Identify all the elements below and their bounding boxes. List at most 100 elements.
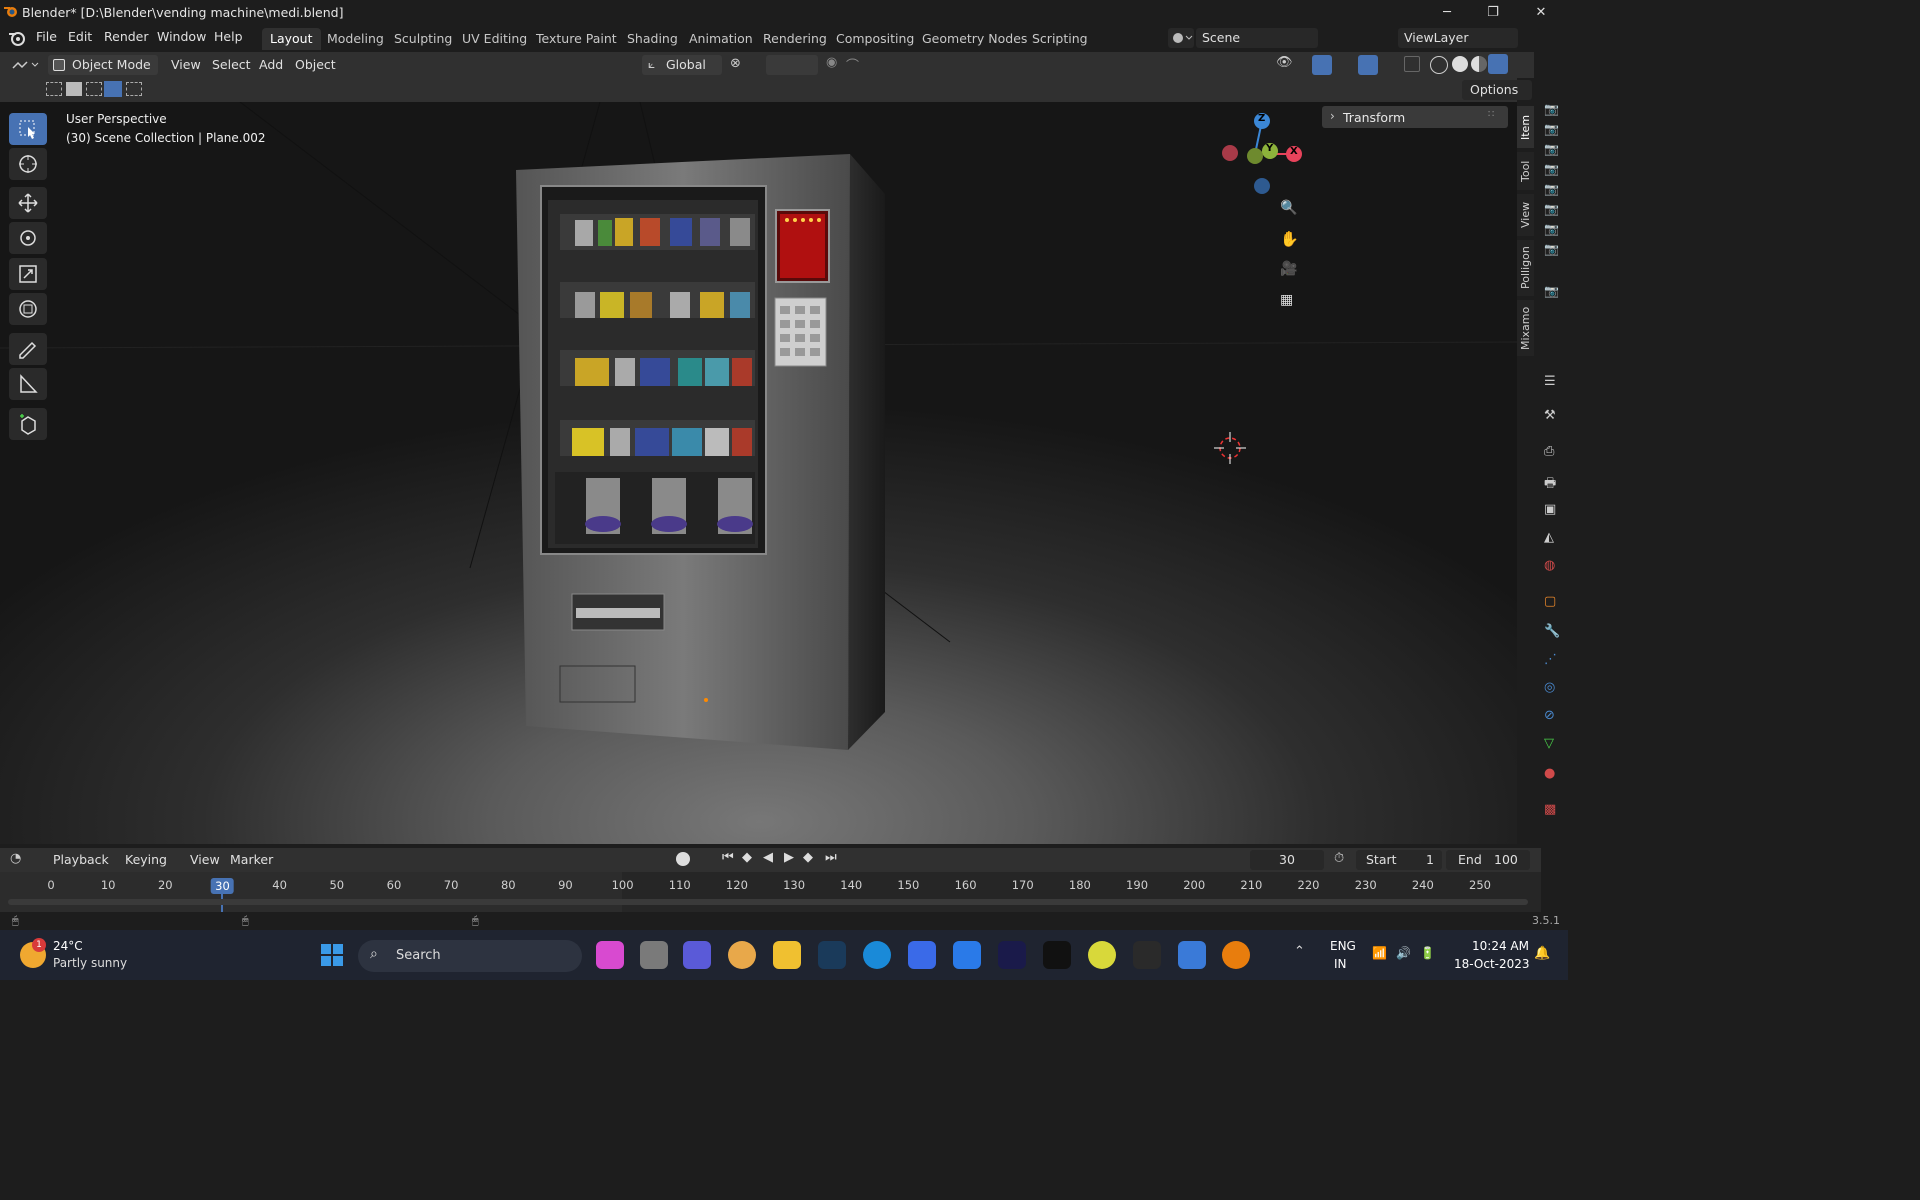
gizmo-toggle-icon[interactable] — [1312, 55, 1332, 75]
teams-chat-icon[interactable] — [683, 941, 711, 969]
tab-sculpting[interactable]: Sculpting — [386, 28, 460, 50]
terminal-icon[interactable] — [1133, 941, 1161, 969]
security-app-icon[interactable] — [818, 941, 846, 969]
camera-icon[interactable]: 📷 — [1544, 122, 1559, 136]
tab-uv-editing[interactable]: UV Editing — [454, 28, 535, 50]
scene-selector-icon[interactable] — [1168, 28, 1194, 48]
menu-playback[interactable]: Playback — [53, 850, 109, 870]
scene-properties-icon[interactable]: ◭ — [1544, 530, 1554, 545]
pan-hand-icon[interactable]: ✋ — [1280, 230, 1300, 250]
chevron-up-icon[interactable]: ⌃ — [1294, 944, 1305, 959]
menu-marker[interactable]: Marker — [230, 850, 273, 870]
copilot-app-icon[interactable] — [596, 941, 624, 969]
proportional-editing-icon[interactable]: ◉ — [826, 55, 842, 75]
object-properties-icon[interactable]: ▢ — [1544, 594, 1556, 609]
close-button[interactable]: ✕ — [1518, 0, 1564, 24]
ortho-grid-icon[interactable]: ▦ — [1280, 292, 1300, 312]
battery-icon[interactable]: 🔋 — [1420, 946, 1435, 960]
language-label[interactable]: ENG — [1330, 939, 1356, 953]
play-reverse-icon[interactable]: ◀ — [763, 850, 773, 865]
drag-handle-icon[interactable]: ∷ — [1488, 109, 1494, 120]
wifi-icon[interactable]: 📶 — [1372, 946, 1387, 960]
current-frame-field[interactable]: 30 — [1250, 850, 1324, 870]
edge-browser-icon[interactable] — [863, 941, 891, 969]
camera-icon[interactable]: 📷 — [1544, 222, 1559, 236]
tab-tool[interactable]: Tool — [1517, 152, 1534, 190]
camera-icon[interactable]: 📷 — [1544, 202, 1559, 216]
tab-polligon[interactable]: Polligon — [1517, 240, 1534, 296]
tool-settings-icon[interactable]: ⚒ — [1544, 408, 1556, 423]
task-view-icon[interactable] — [640, 941, 668, 969]
menu-select[interactable]: Select — [212, 55, 251, 75]
taskbar-search[interactable]: ⌕ Search — [358, 940, 582, 972]
tab-modeling[interactable]: Modeling — [319, 28, 392, 50]
tab-animation[interactable]: Animation — [681, 28, 761, 50]
end-frame-field[interactable]: End 100 — [1446, 850, 1530, 870]
blender-menu-icon[interactable] — [8, 29, 26, 47]
pivot-point-icon[interactable]: ⊗ — [730, 56, 760, 74]
tab-item[interactable]: Item — [1517, 106, 1534, 148]
menu-help[interactable]: Help — [214, 29, 243, 44]
tab-scripting[interactable]: Scripting — [1024, 28, 1096, 50]
cursor-tool[interactable] — [9, 148, 47, 180]
chrome-browser-icon[interactable] — [1088, 941, 1116, 969]
menu-window[interactable]: Window — [157, 29, 206, 44]
menu-object[interactable]: Object — [295, 55, 336, 75]
camera-icon[interactable]: 📷 — [1544, 162, 1559, 176]
tab-mixamo[interactable]: Mixamo — [1517, 300, 1534, 356]
menu-file[interactable]: File — [36, 29, 57, 44]
minimize-button[interactable]: ─ — [1424, 0, 1470, 24]
scene-name-field[interactable]: Scene — [1196, 28, 1318, 48]
camera-icon[interactable]: 📷 — [1544, 142, 1559, 156]
particles-properties-icon[interactable]: ⋰ — [1544, 652, 1557, 667]
dropbox-icon[interactable] — [953, 941, 981, 969]
world-properties-icon[interactable]: ◍ — [1544, 558, 1555, 573]
camera-icon[interactable]: 📷 — [1544, 182, 1559, 196]
options-dropdown[interactable]: Options — [1462, 80, 1532, 100]
camera-icon[interactable]: 📷 — [1544, 284, 1559, 298]
next-keyframe-icon[interactable]: ◆ — [803, 850, 813, 865]
microsoft-store-icon[interactable] — [908, 941, 936, 969]
maximize-button[interactable]: ❐ — [1470, 0, 1516, 24]
jump-start-icon[interactable]: ⏮ — [722, 850, 734, 865]
tab-compositing[interactable]: Compositing — [828, 28, 922, 50]
prev-keyframe-icon[interactable]: ◆ — [742, 850, 752, 865]
jump-end-icon[interactable]: ⏭ — [825, 850, 837, 865]
zoom-icon[interactable]: 🔍 — [1280, 200, 1300, 220]
properties-editor-icon[interactable]: ☰ — [1544, 374, 1556, 389]
stopwatch-icon[interactable]: ⏱ — [1334, 851, 1344, 866]
notification-bell-icon[interactable]: 🔔 — [1534, 946, 1550, 961]
transform-tool[interactable] — [9, 293, 47, 325]
tab-texture-paint[interactable]: Texture Paint — [528, 28, 625, 50]
camera-icon[interactable]: 📷 — [1544, 242, 1559, 256]
move-tool[interactable] — [9, 187, 47, 219]
clock-date[interactable]: 18-Oct-2023 — [1454, 957, 1530, 971]
photo-editor-icon[interactable] — [1178, 941, 1206, 969]
add-cube-tool[interactable] — [9, 408, 47, 440]
clock-time[interactable]: 10:24 AM — [1472, 939, 1529, 953]
tab-view[interactable]: View — [1517, 194, 1534, 236]
region-label[interactable]: IN — [1334, 957, 1347, 971]
view-layer-name-field[interactable]: ViewLayer — [1398, 28, 1518, 48]
physics-properties-icon[interactable]: ◎ — [1544, 680, 1555, 695]
annotate-tool[interactable] — [9, 333, 47, 365]
menu-render[interactable]: Render — [104, 29, 149, 44]
scale-tool[interactable] — [9, 258, 47, 290]
camera-icon[interactable]: 📷 — [1544, 102, 1559, 116]
tab-shading[interactable]: Shading — [619, 28, 686, 50]
select-extend-icon[interactable] — [66, 82, 82, 96]
overlay-toggle-icon[interactable] — [1358, 55, 1378, 75]
blender-taskbar-icon[interactable] — [1222, 941, 1250, 969]
start-frame-field[interactable]: Start 1 — [1356, 850, 1442, 870]
menu-edit[interactable]: Edit — [68, 29, 92, 44]
view-layer-properties-icon[interactable]: ▣ — [1544, 502, 1556, 517]
transform-panel-header[interactable]: › Transform ∷ — [1322, 106, 1508, 128]
measure-tool[interactable] — [9, 368, 47, 400]
falloff-icon[interactable]: ⌒ — [846, 55, 872, 75]
wireframe-shading-icon[interactable] — [1430, 56, 1448, 74]
menu-add[interactable]: Add — [259, 55, 283, 75]
select-intersect-icon[interactable] — [126, 82, 142, 96]
rotate-tool[interactable] — [9, 222, 47, 254]
texture-properties-icon[interactable]: ▩ — [1544, 802, 1556, 817]
data-properties-icon[interactable]: ▽ — [1544, 736, 1554, 751]
